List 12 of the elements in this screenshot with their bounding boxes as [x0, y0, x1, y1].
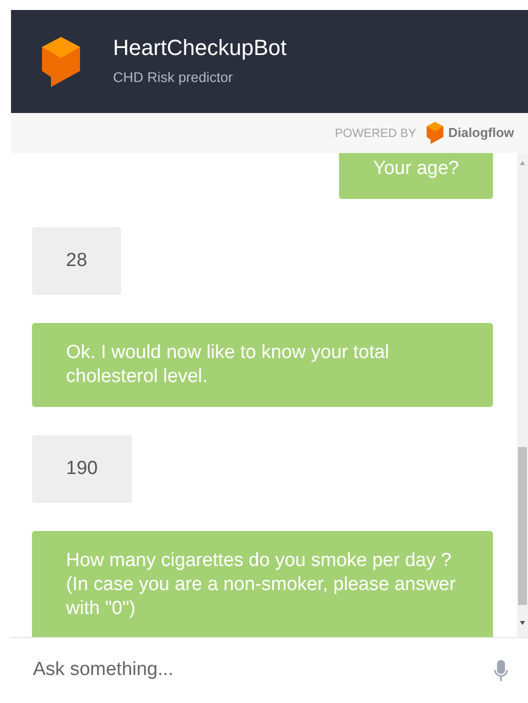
microphone-icon[interactable]	[494, 660, 508, 682]
bot-message: Your age?	[339, 153, 493, 199]
powered-by-label: POWERED BY	[334, 125, 416, 142]
chat-cube-icon	[426, 122, 444, 144]
bot-description: CHD Risk predictor	[113, 68, 234, 88]
user-message: 190	[32, 435, 132, 503]
bot-name: HeartCheckupBot	[113, 34, 287, 62]
user-message: 28	[32, 227, 122, 295]
bot-message: Ok. I would now like to know your total cholesterol level.	[32, 323, 493, 407]
chat-cube-icon	[41, 36, 81, 86]
bot-message: How many cigarettes do you smoke per day ? (In case you are a non-smoker, please answer with "0")	[32, 531, 493, 637]
brand-name[interactable]: Dialogflow	[448, 123, 514, 143]
